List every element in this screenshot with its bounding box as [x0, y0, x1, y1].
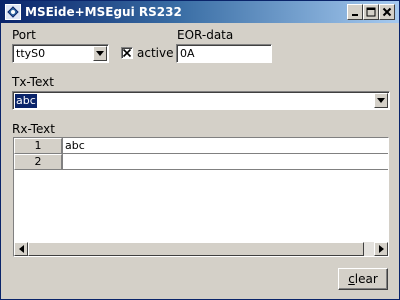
maximize-button[interactable] [363, 4, 379, 20]
title-bar[interactable]: MSEide+MSEgui RS232 [1, 1, 399, 23]
horizontal-scrollbar[interactable] [14, 242, 388, 256]
arrow-right-icon [378, 245, 384, 253]
close-button[interactable] [379, 4, 395, 20]
tx-label: Tx-Text [12, 75, 54, 89]
row-number[interactable]: 2 [14, 154, 62, 170]
rx-grid[interactable]: 1 abc 2 [13, 137, 389, 257]
close-icon [382, 7, 392, 17]
scroll-left-button[interactable] [14, 242, 28, 256]
check-icon [122, 48, 132, 58]
clear-button[interactable]: clear [338, 268, 388, 290]
minimize-button[interactable] [347, 4, 363, 20]
tx-dropdown-button[interactable] [374, 93, 388, 108]
chevron-down-icon [377, 98, 385, 103]
app-window: MSEide+MSEgui RS232 Port ttyS0 active EO… [0, 0, 400, 300]
row-cell[interactable]: abc [62, 138, 388, 154]
port-select[interactable]: ttyS0 [12, 44, 109, 63]
eor-input[interactable]: 0A [176, 44, 272, 63]
port-value: ttyS0 [16, 47, 46, 60]
clear-label: lear [354, 272, 378, 286]
window-title: MSEide+MSEgui RS232 [25, 5, 182, 19]
table-row[interactable]: 2 [14, 154, 388, 170]
chevron-down-icon [96, 51, 104, 56]
active-label: active [137, 46, 174, 60]
tx-input[interactable]: abc [12, 91, 390, 110]
minimize-icon [352, 14, 358, 16]
row-cell[interactable] [62, 154, 388, 170]
scroll-thumb[interactable] [28, 242, 364, 256]
app-icon[interactable] [5, 4, 21, 20]
active-checkbox[interactable] [121, 47, 133, 59]
scroll-right-button[interactable] [374, 242, 388, 256]
table-row[interactable]: 1 abc [14, 138, 388, 154]
maximize-icon [366, 7, 376, 17]
tx-value: abc [15, 94, 37, 108]
rx-label: Rx-Text [12, 122, 55, 136]
port-label: Port [12, 28, 36, 42]
eor-label: EOR-data [177, 28, 234, 42]
arrow-left-icon [18, 245, 24, 253]
row-number[interactable]: 1 [14, 138, 62, 154]
port-dropdown-button[interactable] [93, 46, 107, 61]
clear-mnemonic: c [348, 272, 355, 286]
eor-value: 0A [180, 47, 195, 60]
